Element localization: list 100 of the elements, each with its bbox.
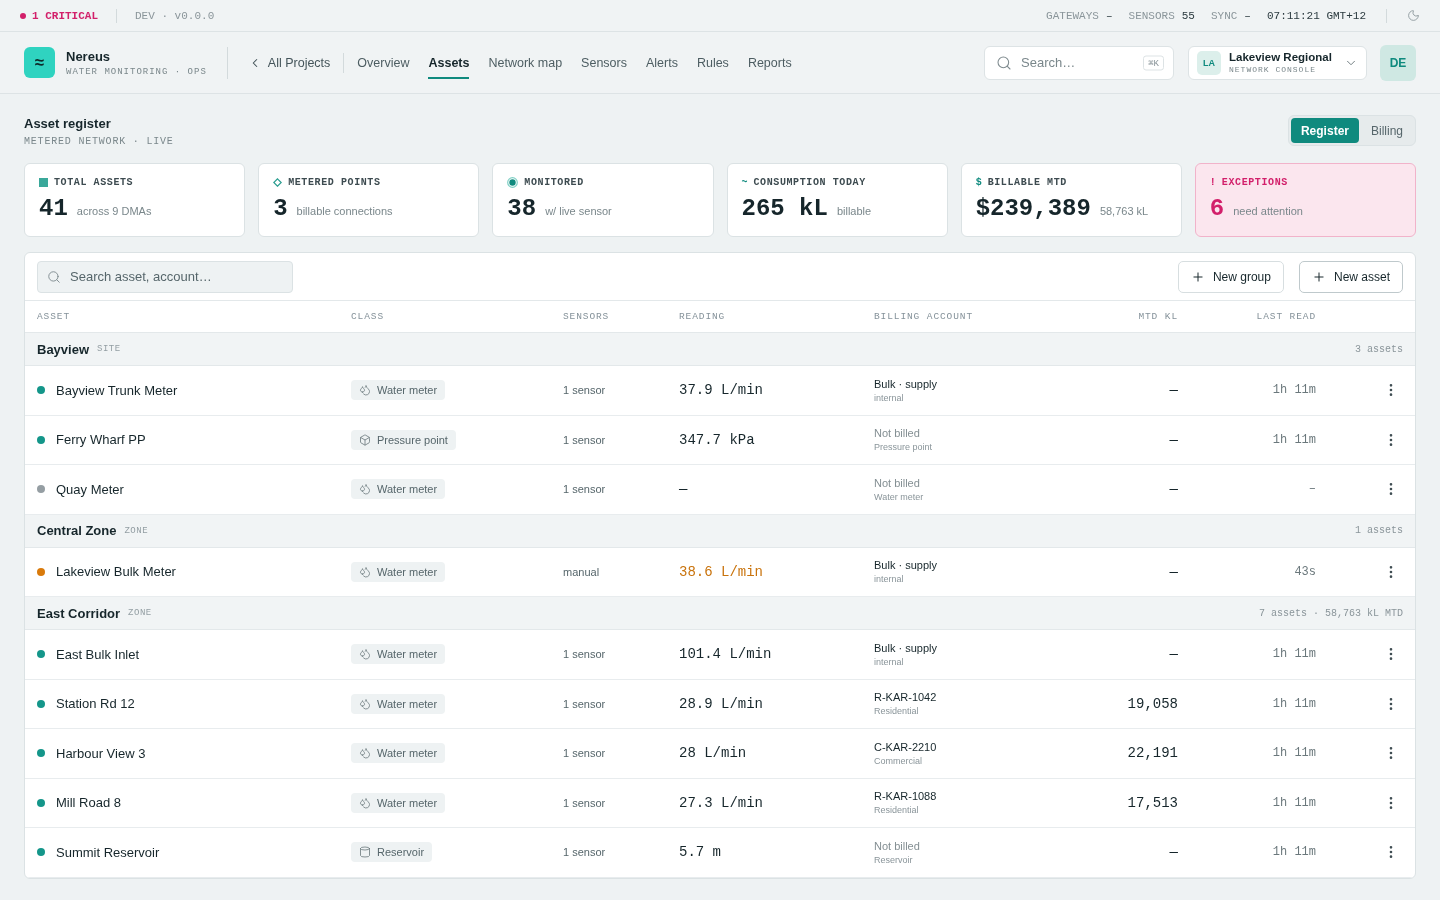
card-marker: $ <box>975 177 982 188</box>
droplets-icon <box>359 697 371 710</box>
group-name: East Corridor <box>37 605 121 621</box>
stat-note: billable <box>836 205 872 217</box>
view-toggle-option[interactable]: Billing <box>1361 118 1413 143</box>
cylinder-icon <box>359 846 371 859</box>
billing-account: Bulk · supply <box>874 559 937 572</box>
diamond-icon <box>273 178 283 187</box>
stat-note: 58,763 kL <box>1099 205 1149 217</box>
critical-count: 1 CRITICAL <box>32 9 98 22</box>
stat-value: 6 <box>1209 195 1225 222</box>
last-read-time: 1h 11m <box>1272 432 1316 447</box>
billing-account: Not billed <box>874 476 920 489</box>
sensor-count: 1 sensor <box>563 648 607 661</box>
group-summary: 1 assets <box>1355 525 1403 536</box>
sensor-count: manual <box>563 565 601 578</box>
ring-dot-icon <box>507 177 519 188</box>
card-marker: ~ <box>741 177 748 188</box>
group-name: Bayview <box>37 341 90 357</box>
mtd-volume: — <box>1169 431 1178 448</box>
column-header: SENSORS <box>563 311 610 322</box>
add-button[interactable]: New asset <box>1298 260 1403 293</box>
reading-value: 28.9 L/min <box>679 695 763 712</box>
column-header: BILLING ACCOUNT <box>874 311 973 322</box>
billing-account: C-KAR-2210 <box>874 740 937 753</box>
all-projects-link[interactable]: All Projects <box>247 55 331 70</box>
billing-note: internal <box>874 574 904 585</box>
mtd-volume: 19,058 <box>1127 695 1178 712</box>
mtd-volume: — <box>1169 563 1178 580</box>
environment-version: DEV · v0.0.0 <box>135 9 215 22</box>
asset-name: Harbour View 3 <box>56 745 146 761</box>
nav-tab[interactable]: Overview <box>357 48 410 79</box>
project-selector[interactable]: LA Lakeview Regional NETWORK CONSOLE <box>1188 45 1367 80</box>
droplets-icon <box>359 648 371 661</box>
cube-icon <box>359 433 371 446</box>
class-label: Pressure point <box>377 433 448 446</box>
stat-label: EXCEPTIONS <box>1221 177 1288 188</box>
group-name: Central Zone <box>37 523 117 538</box>
shortcut-hint: ⌘K <box>1143 55 1164 70</box>
billing-note: Residential <box>874 706 919 717</box>
mtd-volume: — <box>1169 646 1178 663</box>
stat-value: 3 <box>273 195 288 222</box>
mtd-volume: 17,513 <box>1127 794 1178 811</box>
asset-search-field[interactable]: Search asset, account… <box>37 260 293 293</box>
page-subtitle: METERED NETWORK · LIVE <box>24 136 174 147</box>
sensor-count: 1 sensor <box>563 483 607 496</box>
billing-note: Reservoir <box>874 854 913 865</box>
reading-value: 37.9 L/min <box>679 382 763 399</box>
reading-value: 5.7 m <box>679 844 721 861</box>
stat-note: across 9 DMAs <box>76 205 152 217</box>
asset-name: Ferry Wharf PP <box>56 432 146 448</box>
logo-mark: ≈ <box>24 47 55 78</box>
project-subtitle: NETWORK CONSOLE <box>1229 65 1317 74</box>
add-button[interactable]: New group <box>1177 260 1284 293</box>
column-header: READING <box>679 311 726 322</box>
metric-value: – <box>1244 9 1251 22</box>
card-marker: ! <box>1209 177 1216 188</box>
class-label: Water meter <box>377 697 438 710</box>
class-label: Water meter <box>377 648 438 661</box>
billing-note: Water meter <box>874 491 924 502</box>
mtd-volume: — <box>1169 844 1178 861</box>
stat-value: 38 <box>507 195 537 222</box>
moon-icon <box>1407 9 1420 22</box>
nav-tab[interactable]: Alerts <box>645 48 678 79</box>
mtd-volume: — <box>1169 382 1178 399</box>
nav-tab[interactable]: Rules <box>696 48 729 79</box>
class-label: Water meter <box>377 565 438 578</box>
last-read-time: 1h 11m <box>1272 746 1316 761</box>
search-icon <box>47 269 61 284</box>
metric-label: SENSORS <box>1128 9 1175 22</box>
billing-account: R-KAR-1042 <box>874 691 937 704</box>
user-avatar[interactable]: DE <box>1380 44 1416 81</box>
asset-name: Lakeview Bulk Meter <box>56 564 176 580</box>
mtd-volume: — <box>1169 481 1178 498</box>
metric-value: – <box>1105 9 1113 22</box>
class-label: Water meter <box>377 796 438 809</box>
billing-note: internal <box>874 392 904 403</box>
nav-tab[interactable]: Reports <box>747 48 792 79</box>
theme-toggle-button[interactable] <box>1407 9 1420 22</box>
last-read-time: 1h 11m <box>1272 845 1316 860</box>
last-read-time: 43s <box>1294 564 1316 579</box>
stat-note: billable connections <box>296 205 393 217</box>
view-toggle-option[interactable]: Register <box>1290 118 1359 143</box>
billing-account: Not billed <box>874 839 920 852</box>
status-dot-icon <box>20 12 26 19</box>
sensor-count: 1 sensor <box>563 697 607 710</box>
billing-note: Pressure point <box>874 442 933 453</box>
last-read-time: – <box>1308 482 1316 497</box>
column-header: CLASS <box>351 311 384 322</box>
sensor-count: 1 sensor <box>563 846 607 859</box>
nav-tab[interactable]: Sensors <box>581 48 627 79</box>
plus-icon <box>1311 269 1326 284</box>
column-header: LAST READ <box>1256 311 1316 322</box>
nav-tab[interactable]: Assets <box>428 48 470 79</box>
stat-value: $239,389 <box>975 195 1091 222</box>
metric-value: 55 <box>1181 9 1195 22</box>
class-label: Water meter <box>377 384 438 397</box>
asset-name: Mill Road 8 <box>56 795 122 811</box>
brand-name: Nereus <box>66 48 112 64</box>
nav-tab[interactable]: Network map <box>488 48 563 79</box>
